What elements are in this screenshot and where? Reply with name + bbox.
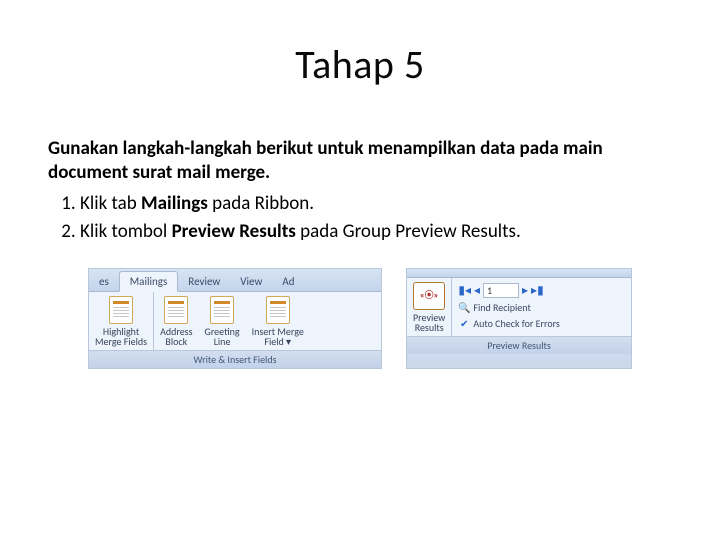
highlight-icon [109, 296, 133, 324]
tab-review[interactable]: Review [178, 272, 230, 291]
next-record-button[interactable]: ▸ [522, 285, 528, 297]
steps-list: Klik tab Mailings pada Ribbon. Klik tomb… [48, 191, 672, 246]
prev-record-button[interactable]: ◂ [474, 285, 480, 297]
insert-merge-field-button[interactable]: Insert Merge Field ▾ [246, 292, 310, 350]
greeting-icon [210, 296, 234, 324]
group-label-write-insert: Write & Insert Fields [89, 350, 381, 368]
tab-view[interactable]: View [230, 272, 272, 291]
intro-text: Gunakan langkah-langkah berikut untuk me… [48, 137, 672, 185]
group-label-preview-results: Preview Results [407, 336, 631, 354]
slide-title: Tahap 5 [48, 40, 672, 89]
record-navigator: ▮◂ ◂ 1 ▸ ▸▮ [458, 283, 559, 298]
greeting-line-button[interactable]: Greeting Line [199, 292, 246, 350]
first-record-button[interactable]: ▮◂ [458, 285, 471, 297]
record-number-input[interactable]: 1 [483, 283, 519, 298]
last-record-button[interactable]: ▸▮ [531, 285, 544, 297]
ribbon-write-insert: es Mailings Review View Ad Highlight Mer… [88, 268, 382, 369]
ribbon-tabs: es Mailings Review View Ad [89, 269, 381, 292]
tab-addins-cut[interactable]: Ad [272, 272, 304, 291]
find-recipient-button[interactable]: 🔍 Find Recipient [458, 301, 559, 314]
auto-check-errors-button[interactable]: ✔ Auto Check for Errors [458, 317, 559, 330]
preview-results-button[interactable]: «⦿» Preview Results [407, 278, 451, 336]
step-2: Klik tombol Preview Results pada Group P… [80, 219, 672, 246]
search-icon: 🔍 [458, 302, 470, 314]
tab-mailings[interactable]: Mailings [119, 271, 179, 292]
insert-field-icon [266, 296, 290, 324]
tab-references-cut[interactable]: es [89, 272, 119, 291]
address-block-button[interactable]: Address Block [154, 292, 198, 350]
highlight-merge-fields-button[interactable]: Highlight Merge Fields [89, 292, 153, 350]
step-1: Klik tab Mailings pada Ribbon. [80, 191, 672, 218]
check-icon: ✔ [458, 318, 470, 330]
preview-icon: «⦿» [413, 282, 445, 310]
address-icon [164, 296, 188, 324]
ribbon-preview-results: «⦿» Preview Results ▮◂ ◂ 1 ▸ ▸▮ 🔍 Find R… [406, 268, 632, 369]
